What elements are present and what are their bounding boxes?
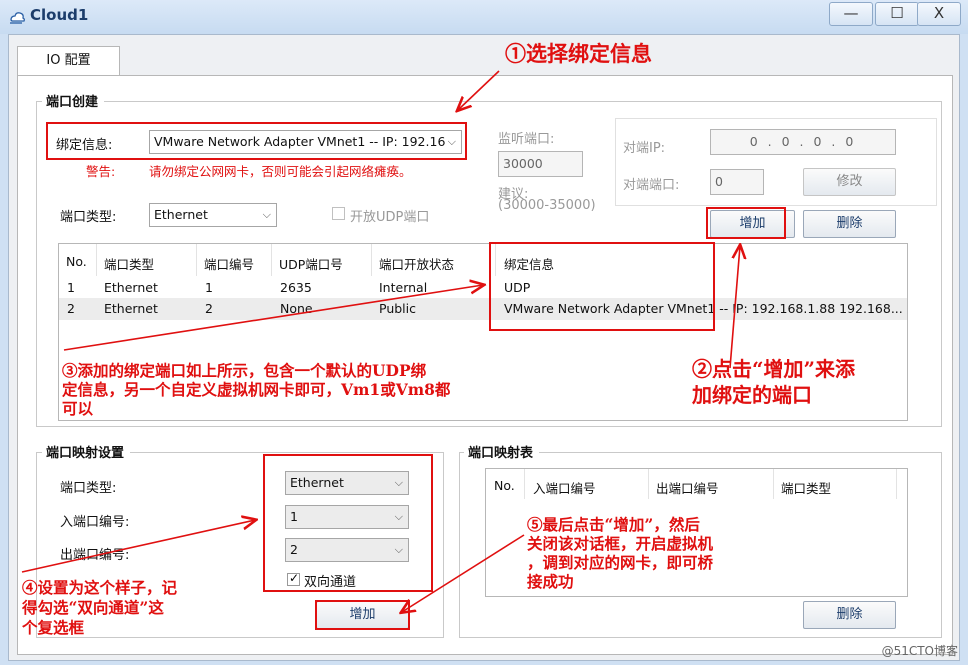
modify-button[interactable]: 修改 (803, 168, 896, 196)
listen-port-input[interactable]: 30000 (498, 151, 583, 177)
annotation-step-2-line: 加绑定的端口 (692, 383, 812, 407)
watermark: @51CTO博客 (881, 644, 958, 658)
in-port-label: 入端口编号: (60, 515, 130, 530)
peer-ip-input[interactable]: 0 . 0 . 0 . 0 (710, 129, 896, 155)
maximize-icon: ☐ (890, 4, 904, 22)
annotation-step-5-line: 接成功 (527, 572, 574, 591)
cell: 2635 (280, 280, 312, 295)
annotation-box-add-mapping (315, 600, 410, 630)
cloud-app-icon (10, 12, 25, 24)
port-type-select[interactable]: Ethernet ⌵ (149, 203, 277, 227)
table-divider (524, 469, 525, 499)
warning-text: 请勿绑定公网网卡，否则可能会引起网络瘫痪。 (149, 164, 412, 179)
cell: 2 (67, 301, 75, 316)
header-open-status[interactable]: 端口开放状态 (379, 254, 454, 273)
cell: None (280, 301, 313, 316)
peer-port-label: 对端端口: (623, 178, 680, 193)
suggest-range: (30000-35000) (498, 198, 596, 213)
table-divider (371, 244, 372, 276)
annotation-box-add (706, 207, 786, 239)
cell: 2 (205, 301, 213, 316)
table-divider (773, 469, 774, 499)
maximize-button[interactable]: ☐ (875, 2, 919, 26)
annotation-step-4-line: 得勾选“双向通道”这 (22, 598, 164, 617)
annotation-step-1: ①选择绑定信息 (505, 41, 652, 66)
annotation-step-4: ④设置为这个样子，记 得勾选“双向通道”这 个复选框 (22, 578, 177, 638)
peer-ip-label: 对端IP: (623, 141, 666, 156)
port-mapping-settings-title: 端口映射设置 (42, 442, 131, 461)
mapping-header-in-port[interactable]: 入端口编号 (533, 478, 596, 497)
delete-binding-button[interactable]: 删除 (803, 210, 896, 238)
port-mapping-table-title: 端口映射表 (464, 442, 540, 461)
open-udp-checkbox[interactable] (332, 207, 345, 220)
delete-mapping-button[interactable]: 删除 (803, 601, 896, 629)
annotation-step-5-line: 关闭该对话框，开启虚拟机 (527, 534, 714, 553)
cell: Ethernet (104, 280, 158, 295)
port-type-label: 端口类型: (60, 210, 117, 225)
annotation-box-binding-info (489, 242, 715, 331)
annotation-box-binding (46, 122, 467, 160)
annotation-step-2-line: ②点击“增加”来添 (692, 357, 856, 381)
cloud1-window: Cloud1 — ☐ X IO 配置 端口创建 绑定信息: VMware Net… (0, 0, 968, 665)
header-no[interactable]: No. (66, 254, 87, 269)
minimize-button[interactable]: — (829, 2, 873, 26)
header-port-type[interactable]: 端口类型 (104, 254, 154, 273)
open-udp-label: 开放UDP端口 (350, 210, 430, 225)
cell: 1 (205, 280, 213, 295)
header-port-number[interactable]: 端口编号 (204, 254, 254, 273)
mapping-header-port-type[interactable]: 端口类型 (781, 478, 831, 497)
annotation-step-5-line: ，调到对应的网卡，即可桥 (527, 553, 714, 572)
close-button[interactable]: X (917, 2, 961, 26)
annotation-step-3-line: 可以 (62, 399, 94, 418)
header-udp-port[interactable]: UDP端口号 (279, 254, 343, 273)
out-port-label: 出端口编号: (60, 548, 130, 563)
close-icon: X (933, 4, 945, 22)
window-title: Cloud1 (30, 6, 89, 24)
cell: 1 (67, 280, 75, 295)
port-create-title: 端口创建 (42, 91, 105, 110)
warning-label: 警告: (86, 164, 116, 179)
tab-io-config[interactable]: IO 配置 (17, 46, 120, 76)
table-divider (271, 244, 272, 276)
title-bar[interactable]: Cloud1 — ☐ X (0, 0, 968, 34)
minimize-icon: — (843, 4, 859, 22)
annotation-step-4-line: 个复选框 (22, 618, 85, 637)
listen-port-label: 监听端口: (498, 132, 555, 147)
port-type-select-value: Ethernet (154, 207, 208, 222)
cell: Ethernet (104, 301, 158, 316)
annotation-step-3-line: 定信息，另一个自定义虚拟机网卡即可，Vm1或Vm8都 (62, 380, 451, 399)
table-divider (648, 469, 649, 499)
mapping-header-out-port[interactable]: 出端口编号 (656, 478, 719, 497)
peer-port-input[interactable]: 0 (710, 169, 764, 195)
mapping-port-type-label: 端口类型: (60, 481, 117, 496)
table-divider (896, 469, 897, 499)
annotation-step-2: ②点击“增加”来添 加绑定的端口 (692, 356, 855, 408)
mapping-header-no[interactable]: No. (494, 478, 515, 493)
annotation-step-5: ⑤最后点击“增加”，然后 关闭该对话框，开启虚拟机 ，调到对应的网卡，即可桥 接… (527, 515, 713, 591)
annotation-step-3: ③添加的绑定端口如上所示，包含一个默认的UDP绑 定信息，另一个自定义虚拟机网卡… (62, 361, 450, 418)
annotation-step-3-line: ③添加的绑定端口如上所示，包含一个默认的UDP绑 (62, 361, 427, 380)
cell: Public (379, 301, 416, 316)
table-divider (96, 244, 97, 276)
chevron-down-icon: ⌵ (262, 208, 271, 221)
annotation-step-4-line: ④设置为这个样子，记 (22, 578, 178, 597)
annotation-step-5-line: ⑤最后点击“增加”，然后 (527, 515, 700, 534)
annotation-box-mapping (263, 454, 433, 592)
cell: Internal (379, 280, 428, 295)
table-divider (196, 244, 197, 276)
